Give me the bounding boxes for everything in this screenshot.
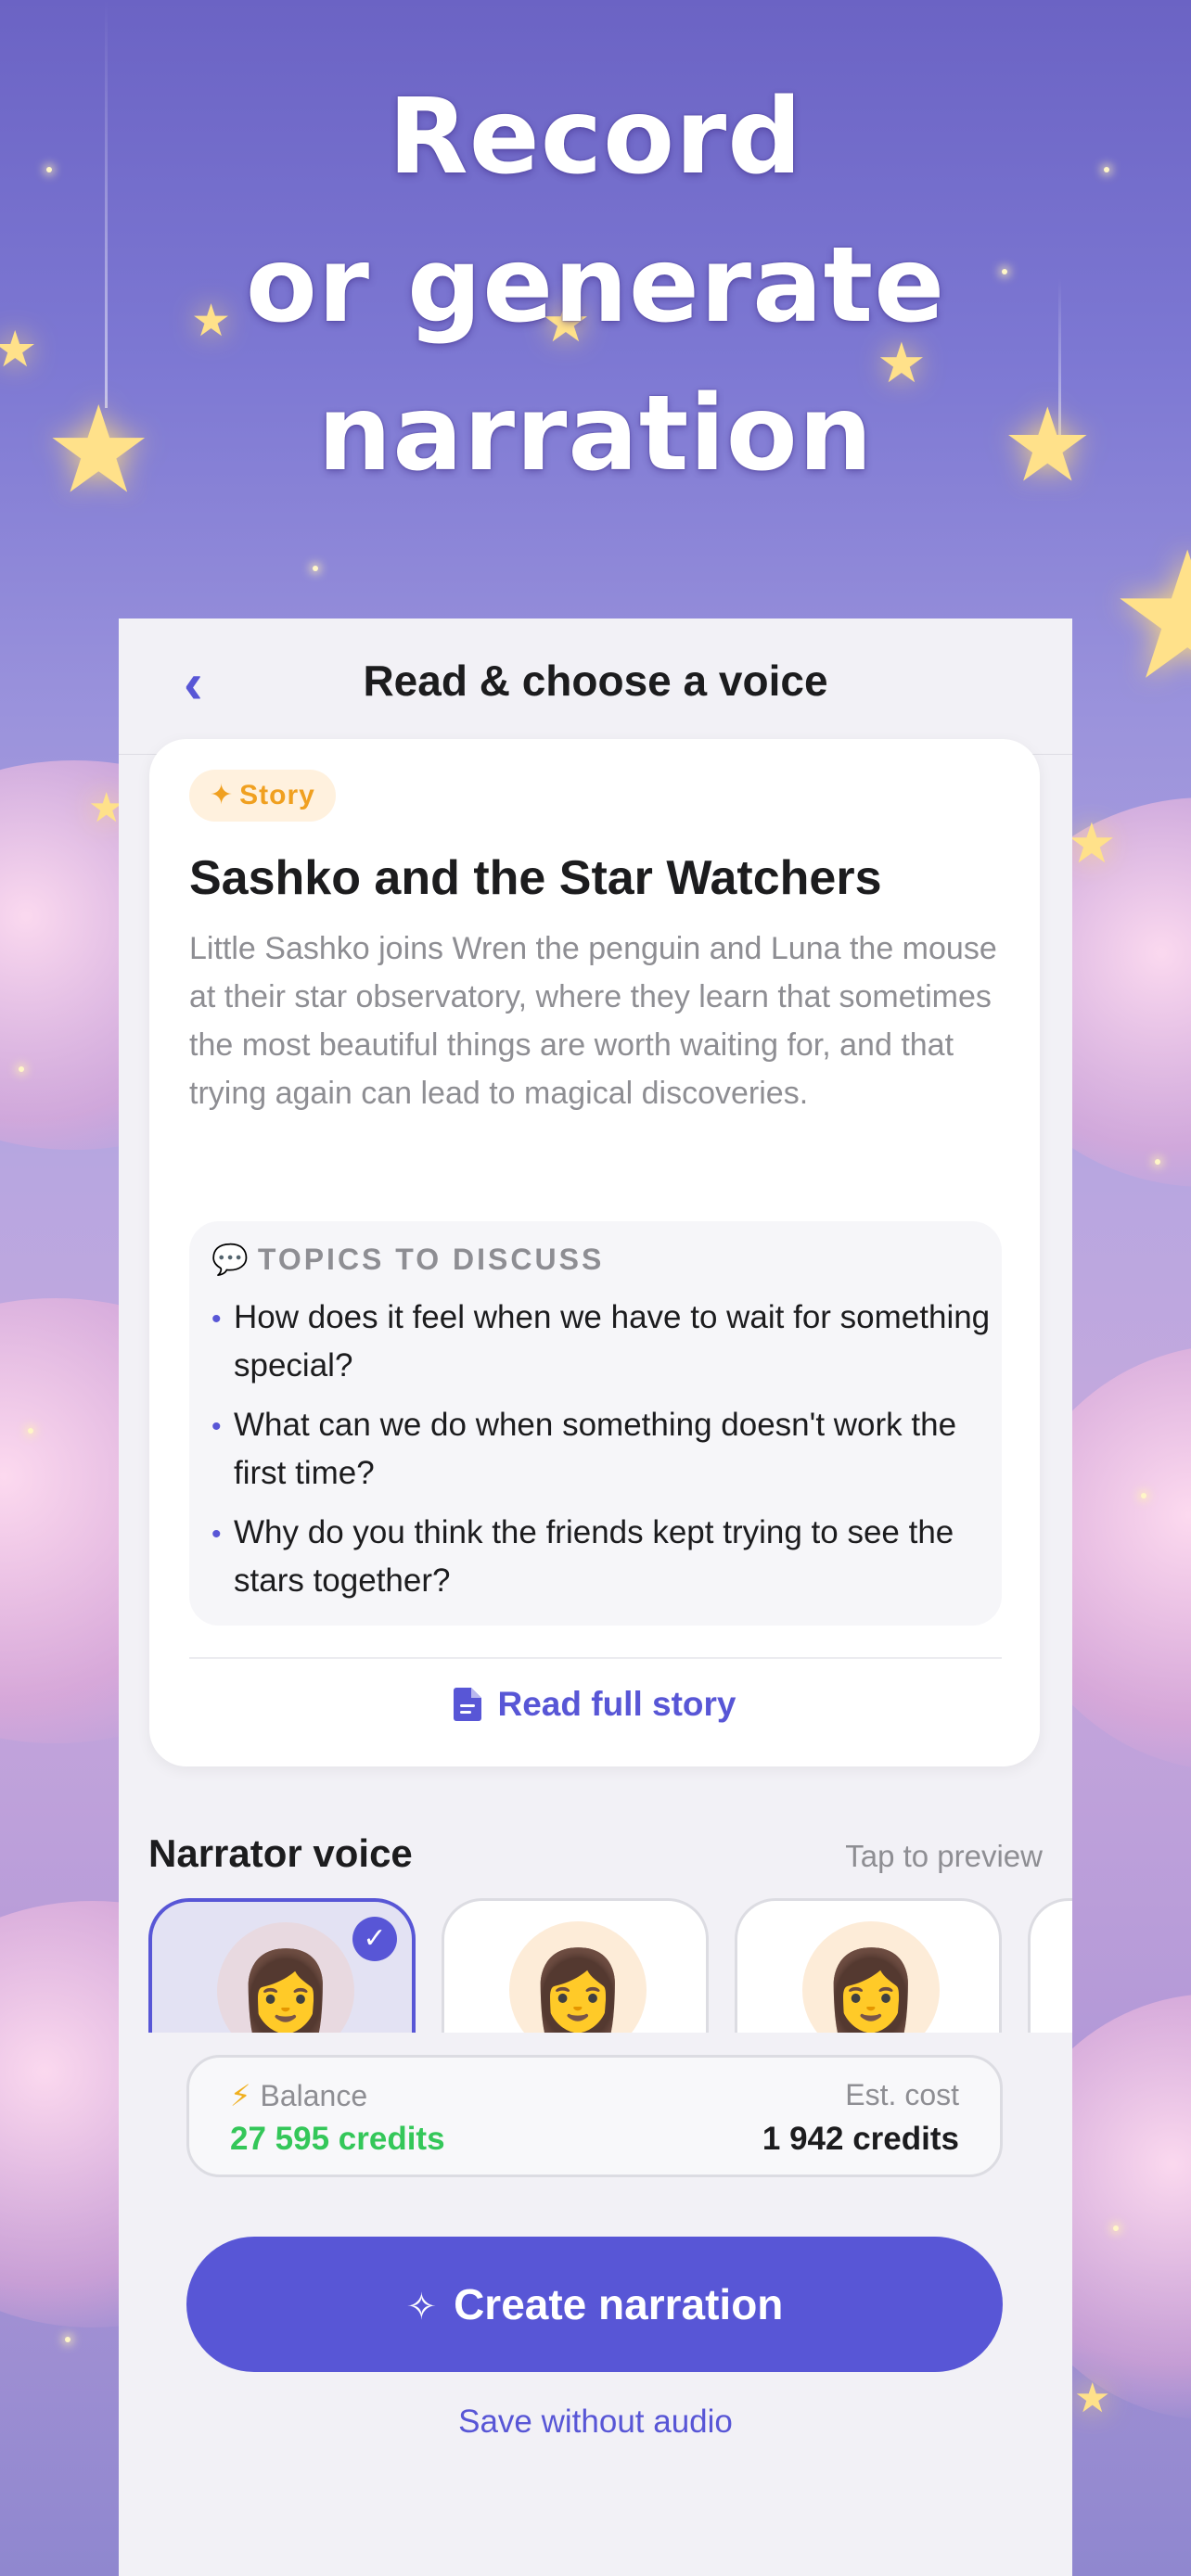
topic-item: • How does it feel when we have to wait … [211, 1294, 1004, 1390]
topic-text: Why do you think the friends kept trying… [234, 1514, 954, 1599]
voice-option[interactable]: 👩 [442, 1898, 709, 2033]
divider [189, 1657, 1002, 1659]
headline-line-2: or generate [245, 225, 946, 346]
balance-box: ⚡ Balance 27 595 credits Est. cost 1 942 … [186, 2055, 1003, 2177]
narrator-voice-title: Narrator voice [148, 1831, 413, 1875]
est-cost-value: 1 942 credits [762, 2121, 959, 2157]
topics-heading: 💬 TOPICS TO DISCUSS [211, 1242, 604, 1277]
topic-text: What can we do when something doesn't wo… [234, 1407, 957, 1491]
voice-option-selected[interactable]: 👩 ✓ [148, 1898, 416, 2033]
save-without-audio-button[interactable]: Save without audio [119, 2404, 1072, 2441]
star-icon: ★ [1067, 811, 1117, 876]
sparkles-icon: ✧ [405, 2286, 438, 2328]
promo-headline: Record or generate narration [0, 63, 1191, 508]
sparkle-icon: ✦ [210, 779, 235, 811]
star-icon: ★ [1074, 2375, 1111, 2422]
story-card: ✦ Story Sashko and the Star Watchers Litt… [149, 739, 1040, 1766]
voice-option[interactable] [1028, 1898, 1072, 2033]
voice-selector: 👩 ✓ 👩 👩 [119, 1898, 1072, 2033]
balance-label: ⚡ Balance [230, 2078, 367, 2113]
woman-avatar-icon: 👩 [509, 1921, 647, 2033]
est-cost-label: Est. cost [845, 2078, 959, 2111]
story-badge-label: Story [239, 780, 315, 810]
navigation-bar: ‹ Read & choose a voice [119, 618, 1072, 755]
star-icon: ★ [1108, 514, 1191, 719]
bottom-panel: ⚡ Balance 27 595 credits Est. cost 1 942 … [119, 2033, 1072, 2576]
balance-value: 27 595 credits [230, 2121, 445, 2157]
topics-box: 💬 TOPICS TO DISCUSS • How does it feel wh… [189, 1221, 1002, 1626]
woman-avatar-icon: 👩 [802, 1921, 940, 2033]
read-full-story-button[interactable]: Read full story [149, 1685, 1040, 1724]
app-screen: ‹ Read & choose a voice ✦ Story Sashko an… [119, 618, 1072, 2576]
topic-item: • Why do you think the friends kept tryi… [211, 1509, 1004, 1605]
topics-heading-label: TOPICS TO DISCUSS [257, 1243, 605, 1276]
topic-item: • What can we do when something doesn't … [211, 1401, 1004, 1498]
headline-line-1: Record [388, 77, 803, 198]
story-description: Little Sashko joins Wren the penguin and… [189, 931, 997, 1111]
voice-option[interactable]: 👩 [735, 1898, 1002, 2033]
bullet-icon: • [211, 1519, 222, 1549]
speech-bubble-icon: 💬 [211, 1242, 249, 1277]
tap-to-preview-hint: Tap to preview [845, 1839, 1043, 1873]
page-title: Read & choose a voice [363, 657, 828, 705]
balance-label-text: Balance [260, 2079, 368, 2112]
create-narration-button[interactable]: ✧ Create narration [186, 2237, 1003, 2372]
document-icon [453, 1688, 481, 1721]
headline-line-3: narration [317, 374, 874, 494]
checkmark-icon: ✓ [352, 1917, 397, 1961]
bullet-icon: • [211, 1411, 222, 1442]
read-full-story-label: Read full story [497, 1685, 736, 1723]
woman-avatar-icon: 👩 [217, 1922, 354, 2033]
bullet-icon: • [211, 1304, 222, 1334]
lightning-icon: ⚡ [230, 2078, 251, 2113]
topic-text: How does it feel when we have to wait fo… [234, 1299, 991, 1384]
story-badge: ✦ Story [189, 770, 336, 822]
story-title: Sashko and the Star Watchers [189, 851, 882, 905]
create-narration-label: Create narration [454, 2280, 784, 2328]
